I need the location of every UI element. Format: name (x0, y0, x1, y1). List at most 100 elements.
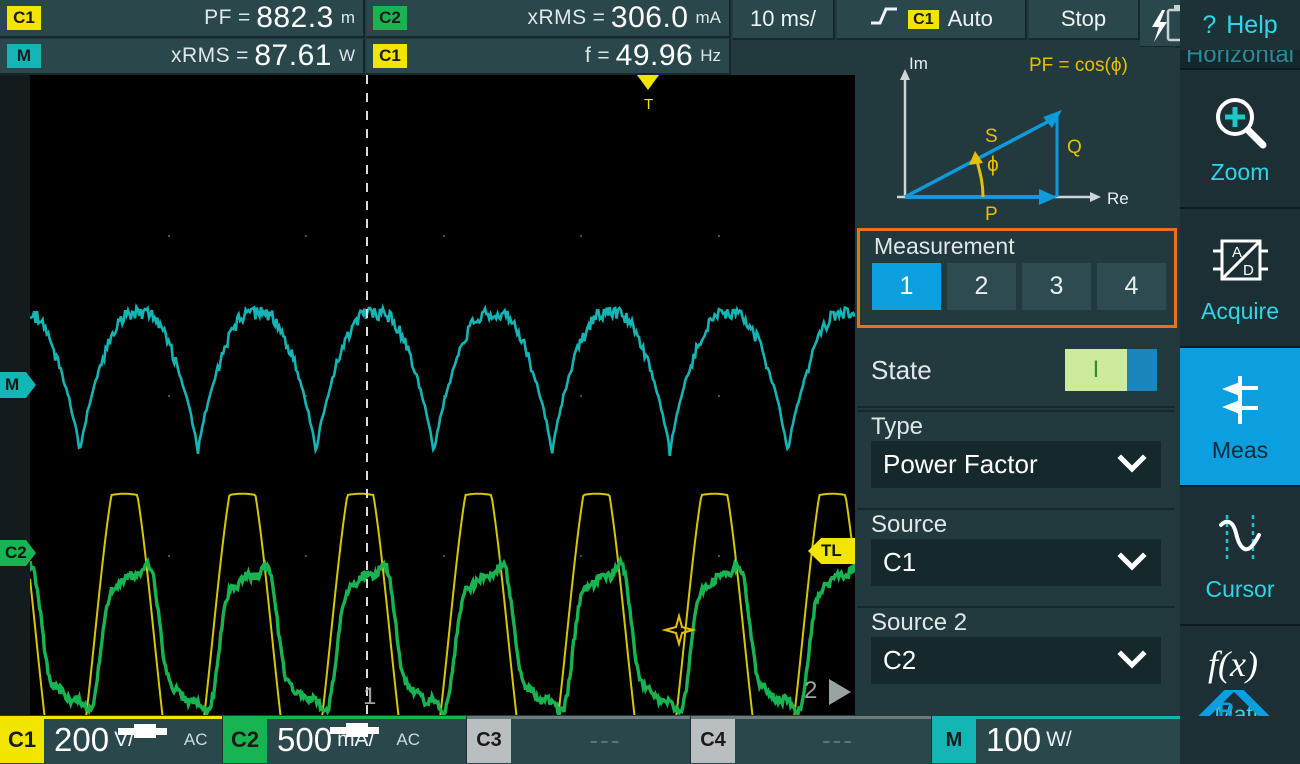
acquisition-state[interactable]: Stop (1029, 0, 1140, 40)
power-factor-formula: PF = cos(ϕ) (1029, 55, 1128, 77)
sidebar-item-label: Zoom (1211, 159, 1270, 186)
channel-scale-value: 500 (277, 721, 332, 759)
scroll-right-icon[interactable] (829, 679, 851, 705)
trigger-indicator[interactable]: C1 Auto (837, 0, 1027, 40)
measurement-panel-title: Measurement (860, 231, 1174, 260)
svg-text:P: P (985, 204, 998, 225)
channel-slot-c1[interactable]: C1 200 V/ AC (0, 716, 222, 764)
sidebar-item-cursor[interactable]: Cursor (1180, 485, 1300, 624)
fx-icon: f(x) (1202, 633, 1278, 695)
sidebar-item-horizontal[interactable]: Horizontal (1180, 50, 1300, 68)
measurement-result-3[interactable]: M xRMS = 87.61 W (0, 39, 365, 75)
channel-badge-c1: C1 (373, 44, 407, 68)
timebase-value: 10 ms/ (750, 6, 816, 32)
svg-text:A: A (1232, 244, 1242, 261)
type-dropdown[interactable]: Power Factor (871, 441, 1161, 488)
measurement-name: f (407, 44, 595, 68)
trigger-position-line[interactable] (366, 75, 368, 715)
trigger-offset-marker[interactable] (637, 75, 659, 90)
source2-value: C2 (883, 645, 916, 676)
sidebar-item-acquire[interactable]: A D Acquire (1180, 207, 1300, 346)
channel-bar: C1 200 V/ AC C2 500 mA/ (0, 716, 1300, 764)
measurement-slot-2[interactable]: 2 (947, 263, 1016, 310)
measurement-unit: mA (689, 8, 730, 28)
svg-text:f(x): f(x) (1208, 644, 1258, 684)
source2-label: Source 2 (857, 608, 1175, 637)
measurement-name: xRMS (407, 6, 591, 30)
channel-placeholder: --- (521, 725, 690, 756)
channel-badge-m: M (932, 717, 976, 763)
svg-text:D: D (1243, 262, 1254, 279)
sidebar-item-label: Cursor (1205, 576, 1274, 603)
measurement-slot-1[interactable]: 1 (872, 263, 941, 310)
state-toggle[interactable]: I (1065, 349, 1157, 391)
channel-scale-unit: W/ (1041, 728, 1072, 752)
chevron-down-icon[interactable] (1117, 645, 1147, 676)
measurement-result-2[interactable]: C2 xRMS = 306.0 mA (366, 0, 731, 38)
svg-text:S: S (985, 126, 998, 147)
measurement-equals: = (595, 44, 615, 68)
source-dropdown[interactable]: C1 (871, 539, 1161, 586)
measurement-slot-3[interactable]: 3 (1022, 263, 1091, 310)
channel-badge-c1: C1 (7, 6, 41, 30)
probe-icon (116, 720, 168, 747)
oscilloscope-screen: C1 PF = 882.3 m C2 xRMS = 306.0 mA M xRM… (0, 0, 1300, 764)
channel-badge-c2: C2 (223, 717, 267, 763)
state-row: State I (857, 334, 1175, 406)
trigger-source-badge: C1 (908, 10, 938, 29)
source-field[interactable]: Source C1 (857, 508, 1175, 606)
waveform-cursor-marker[interactable] (661, 612, 697, 648)
channel-slot-c3[interactable]: C3 --- (467, 716, 690, 764)
measurement-equals: = (236, 6, 256, 30)
measurement-slot-4[interactable]: 4 (1097, 263, 1166, 310)
measurement-result-1[interactable]: C1 PF = 882.3 m (0, 0, 365, 38)
source2-dropdown[interactable]: C2 (871, 637, 1161, 684)
measurement-result-4[interactable]: C1 f = 49.96 Hz (366, 39, 731, 75)
chevron-down-icon[interactable] (1117, 547, 1147, 578)
type-value: Power Factor (883, 449, 1038, 480)
measurement-equals: = (591, 6, 611, 30)
channel-slot-m[interactable]: M 100 W/ (932, 716, 1180, 764)
channel-coupling: AC (380, 730, 420, 750)
chevron-down-icon[interactable] (1117, 449, 1147, 480)
sidebar-item-zoom[interactable]: Zoom (1180, 68, 1300, 207)
svg-text:Im: Im (909, 54, 928, 73)
source-value: C1 (883, 547, 916, 578)
measurement-unit: Hz (693, 46, 729, 66)
caliper-icon (1214, 369, 1266, 431)
sidebar-item-meas[interactable]: Meas (1180, 346, 1300, 485)
measurement-value: 49.96 (616, 39, 694, 73)
channel-badge-c1: C1 (0, 717, 44, 763)
acq-state-label: Stop (1061, 6, 1106, 32)
sidebar-item-label: Acquire (1201, 298, 1279, 325)
type-field[interactable]: Type Power Factor (857, 410, 1175, 508)
source2-field[interactable]: Source 2 C2 (857, 606, 1175, 710)
trace-c2-current (30, 75, 855, 715)
magnifier-plus-icon (1211, 91, 1269, 153)
probe-icon (328, 719, 380, 746)
sidebar-item-label: Horizontal (1180, 50, 1300, 68)
measurement-value: 87.61 (254, 39, 332, 73)
ad-converter-icon: A D (1211, 230, 1269, 292)
measurement-unit: W (332, 46, 363, 66)
measurement-slot-selector[interactable]: Measurement 1 2 3 4 (857, 228, 1177, 328)
state-toggle-track (1127, 349, 1157, 391)
marker-label: C2 (5, 543, 27, 563)
measurement-value: 306.0 (611, 1, 689, 35)
timebase-indicator[interactable]: 10 ms/ (733, 0, 835, 40)
source-label: Source (857, 510, 1175, 539)
channel-slot-c4[interactable]: C4 --- (691, 716, 931, 764)
sidebar-item-help[interactable]: ? Help (1180, 0, 1300, 50)
channel-scale-value: 200 (54, 721, 109, 759)
trigger-offset-label: T (644, 96, 653, 113)
help-label: Help (1226, 11, 1277, 40)
phasor-diagram: Im Re S Q P ϕ PF = cos(ϕ) (857, 47, 1175, 225)
waveform-display[interactable]: 1 2 (30, 75, 855, 715)
sine-cursor-icon (1211, 508, 1269, 570)
marker-label: TL (821, 541, 842, 561)
trigger-mode: Auto (948, 6, 993, 32)
state-toggle-on-symbol: I (1065, 349, 1127, 391)
channel-placeholder: --- (745, 725, 931, 756)
right-sidebar: ? Help Horizontal Zoom (1180, 0, 1300, 764)
channel-slot-c2[interactable]: C2 500 mA/ AC (223, 716, 466, 764)
